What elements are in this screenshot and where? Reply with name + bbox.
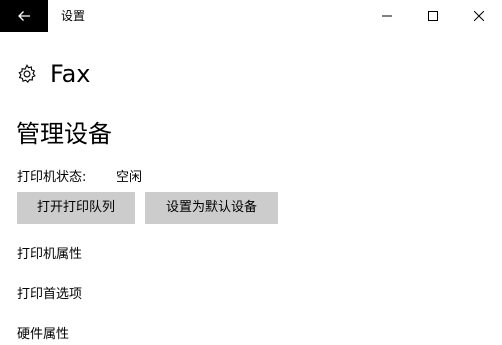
back-button[interactable]: [0, 0, 48, 32]
gear-icon: [18, 64, 36, 84]
hardware-properties-link[interactable]: 硬件属性: [17, 326, 69, 344]
page-title: Fax: [50, 60, 91, 88]
printer-properties-link[interactable]: 打印机属性: [17, 246, 82, 264]
maximize-icon: [428, 11, 438, 21]
status-label: 打印机状态:: [17, 170, 87, 185]
open-print-queue-button[interactable]: 打开打印队列: [17, 192, 135, 224]
page-header: Fax: [16, 58, 91, 90]
status-value: 空闲: [116, 170, 143, 185]
window-title: 设置: [61, 9, 86, 23]
close-icon: [474, 11, 484, 21]
close-button[interactable]: [456, 0, 502, 32]
printer-status: 打印机状态: 空闲: [17, 169, 142, 187]
title-bar: 设置: [0, 0, 502, 32]
minimize-button[interactable]: [364, 0, 410, 32]
set-default-button[interactable]: 设置为默认设备: [145, 192, 278, 224]
section-heading: 管理设备: [16, 120, 112, 148]
minimize-icon: [382, 15, 392, 17]
maximize-button[interactable]: [410, 0, 456, 32]
back-arrow-icon: [18, 11, 30, 21]
printing-preferences-link[interactable]: 打印首选项: [17, 286, 82, 304]
